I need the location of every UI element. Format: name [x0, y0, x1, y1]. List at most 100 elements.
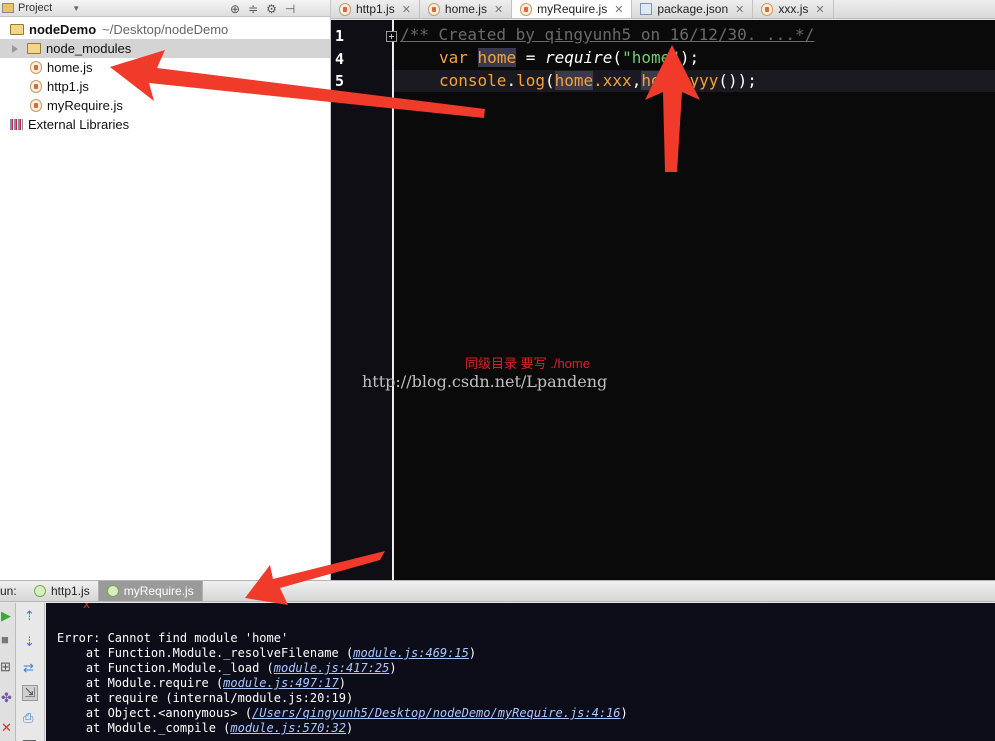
- stack-text: ): [468, 646, 477, 660]
- stack-link[interactable]: module.js:417:25: [274, 661, 390, 675]
- project-view-selector[interactable]: Project: [18, 2, 52, 14]
- js-file-icon: [339, 2, 351, 16]
- run-toolbar-secondary: ⇡ ⇣ ⇄ ⇲ ⎙ ▬: [17, 603, 45, 741]
- tree-item-http1-js[interactable]: http1.js: [0, 77, 330, 96]
- tree-item-label: node_modules: [46, 41, 132, 56]
- trash-icon[interactable]: ▬: [23, 733, 36, 741]
- console-stack-line: at Function.Module._load (module.js:417:…: [57, 661, 397, 675]
- identifier-home: home: [477, 48, 517, 67]
- chevron-down-icon[interactable]: ▼: [72, 4, 80, 13]
- keyword-var: var: [439, 48, 468, 67]
- stack-text: ): [338, 676, 346, 690]
- run-tab-label: myRequire.js: [123, 584, 194, 598]
- library-icon: [10, 119, 23, 130]
- paren-close: ());: [718, 71, 757, 90]
- tree-item-myrequire-js[interactable]: myRequire.js: [0, 96, 330, 115]
- locate-icon[interactable]: ⊕: [230, 2, 240, 16]
- tab-myrequire-js[interactable]: myRequire.js ✕: [512, 0, 633, 18]
- identifier-home: home: [554, 71, 594, 90]
- gear-icon[interactable]: ⚙: [266, 2, 277, 16]
- tab-home-js[interactable]: home.js ✕: [420, 0, 513, 18]
- identifier-home: home: [641, 71, 680, 90]
- project-toolbar: ⊕ ≑ ⚙ ⊣: [230, 0, 295, 17]
- editor-tab-bar: http1.js ✕ home.js ✕ myRequire.js ✕ pack…: [331, 0, 995, 19]
- tree-item-home-js[interactable]: home.js: [0, 58, 330, 77]
- tree-item-label: myRequire.js: [47, 98, 123, 113]
- stack-link[interactable]: module.js:570:32: [230, 721, 346, 735]
- scroll-to-end-icon[interactable]: ⇲: [22, 685, 38, 701]
- line-number: 5: [335, 72, 345, 90]
- tree-item-root[interactable]: nodeDemo ~/Desktop/nodeDemo: [0, 20, 330, 39]
- close-icon[interactable]: ✕: [402, 3, 411, 16]
- annotation-note: 同级目录 要写 ./home: [465, 356, 590, 371]
- stack-text: at Module.require (: [57, 676, 224, 690]
- tab-label: home.js: [444, 2, 487, 16]
- run-icon[interactable]: ▶: [1, 609, 11, 622]
- stack-link[interactable]: module.js:469:15: [353, 646, 469, 660]
- hide-panel-icon[interactable]: ⊣: [285, 2, 295, 16]
- stack-text: ): [389, 661, 397, 675]
- console-stack-line: at Module.require (module.js:497:17): [57, 676, 346, 690]
- fold-toggle-icon[interactable]: [386, 31, 397, 42]
- run-toolbar-primary: ▶ ■ ⊞ ✤ ✕: [0, 603, 16, 741]
- root-folder-path: ~/Desktop/nodeDemo: [102, 22, 229, 37]
- close-icon[interactable]: ✕: [815, 3, 824, 16]
- run-tab-myrequire-js[interactable]: myRequire.js: [98, 581, 203, 601]
- close-icon[interactable]: ✕: [735, 3, 744, 16]
- print-icon[interactable]: ⎙: [23, 711, 33, 724]
- expand-arrow-icon[interactable]: [12, 44, 18, 53]
- js-file-icon: [30, 61, 42, 74]
- console-output[interactable]: x Error: Cannot find module 'home' at Fu…: [46, 603, 995, 741]
- debug-icon[interactable]: ✤: [1, 691, 12, 704]
- line-number: 1: [335, 27, 345, 45]
- tree-item-external-libraries[interactable]: External Libraries: [0, 115, 330, 134]
- code-line-4: var home = require("home");: [439, 48, 699, 67]
- operator-assign: =: [516, 48, 545, 67]
- project-panel-header[interactable]: Project ▼ ⊕ ≑ ⚙ ⊣: [0, 0, 330, 17]
- arrow-down-icon[interactable]: ⇣: [24, 635, 35, 648]
- paren-open: (: [612, 48, 623, 67]
- js-file-icon: [30, 80, 42, 93]
- watermark-text: http://blog.csdn.net/Lpandeng: [362, 372, 608, 391]
- code-editor[interactable]: /** Created by qingyunh5 on 16/12/30. ..…: [386, 20, 995, 580]
- function-require: require: [544, 48, 613, 67]
- close-icon[interactable]: ✕: [614, 3, 623, 16]
- js-file-icon: [761, 2, 774, 16]
- run-tab-http1-js[interactable]: http1.js: [26, 581, 99, 601]
- soft-wrap-icon[interactable]: ⇄: [23, 661, 34, 674]
- close-icon[interactable]: ✕: [494, 3, 503, 16]
- stop-icon[interactable]: ■: [1, 633, 9, 646]
- tab-package-json[interactable]: package.json ✕: [632, 0, 754, 18]
- json-file-icon: [640, 3, 653, 15]
- method-log: log: [516, 71, 545, 90]
- js-file-icon: [30, 99, 42, 112]
- stack-link[interactable]: /Users/qingyunh5/Desktop/nodeDemo/myRequ…: [252, 706, 620, 720]
- tab-label: package.json: [657, 2, 729, 16]
- tab-label: myRequire.js: [537, 2, 608, 16]
- collapse-all-icon[interactable]: ≑: [248, 2, 258, 16]
- layout-icon[interactable]: ⊞: [0, 660, 11, 673]
- property-yyy: .yyy: [679, 71, 719, 90]
- stack-text: at require (internal/module.js:20:19): [57, 691, 354, 705]
- stack-link[interactable]: module.js:497:17: [223, 676, 339, 690]
- code-line-5: console.log(home.xxx,home.yyy());: [439, 71, 757, 90]
- tree-item-node-modules[interactable]: node_modules: [0, 39, 330, 58]
- arrow-up-icon[interactable]: ⇡: [24, 609, 35, 622]
- tab-http1-js[interactable]: http1.js ✕: [331, 0, 420, 18]
- project-panel: Project ▼ ⊕ ≑ ⚙ ⊣ nodeDemo ~/Desktop/nod…: [0, 0, 331, 580]
- root-folder-name: nodeDemo: [29, 22, 97, 37]
- close-icon[interactable]: ✕: [1, 721, 12, 734]
- stack-text: at Object.<anonymous> (: [57, 706, 253, 720]
- stack-text: at Function.Module._resolveFilename (: [57, 646, 354, 660]
- paren-close: );: [679, 48, 700, 67]
- identifier-console: console: [439, 71, 507, 90]
- js-file-icon: [520, 2, 533, 16]
- console-stack-line: at Object.<anonymous> (/Users/qingyunh5/…: [57, 706, 628, 720]
- console-marker: x: [83, 603, 91, 611]
- tab-label: xxx.js: [778, 2, 809, 16]
- string-home: "home": [622, 48, 680, 67]
- tab-label: http1.js: [356, 2, 395, 16]
- tab-xxx-js[interactable]: xxx.js ✕: [753, 0, 834, 18]
- folder-icon: [10, 24, 24, 35]
- stack-text: at Module._compile (: [57, 721, 231, 735]
